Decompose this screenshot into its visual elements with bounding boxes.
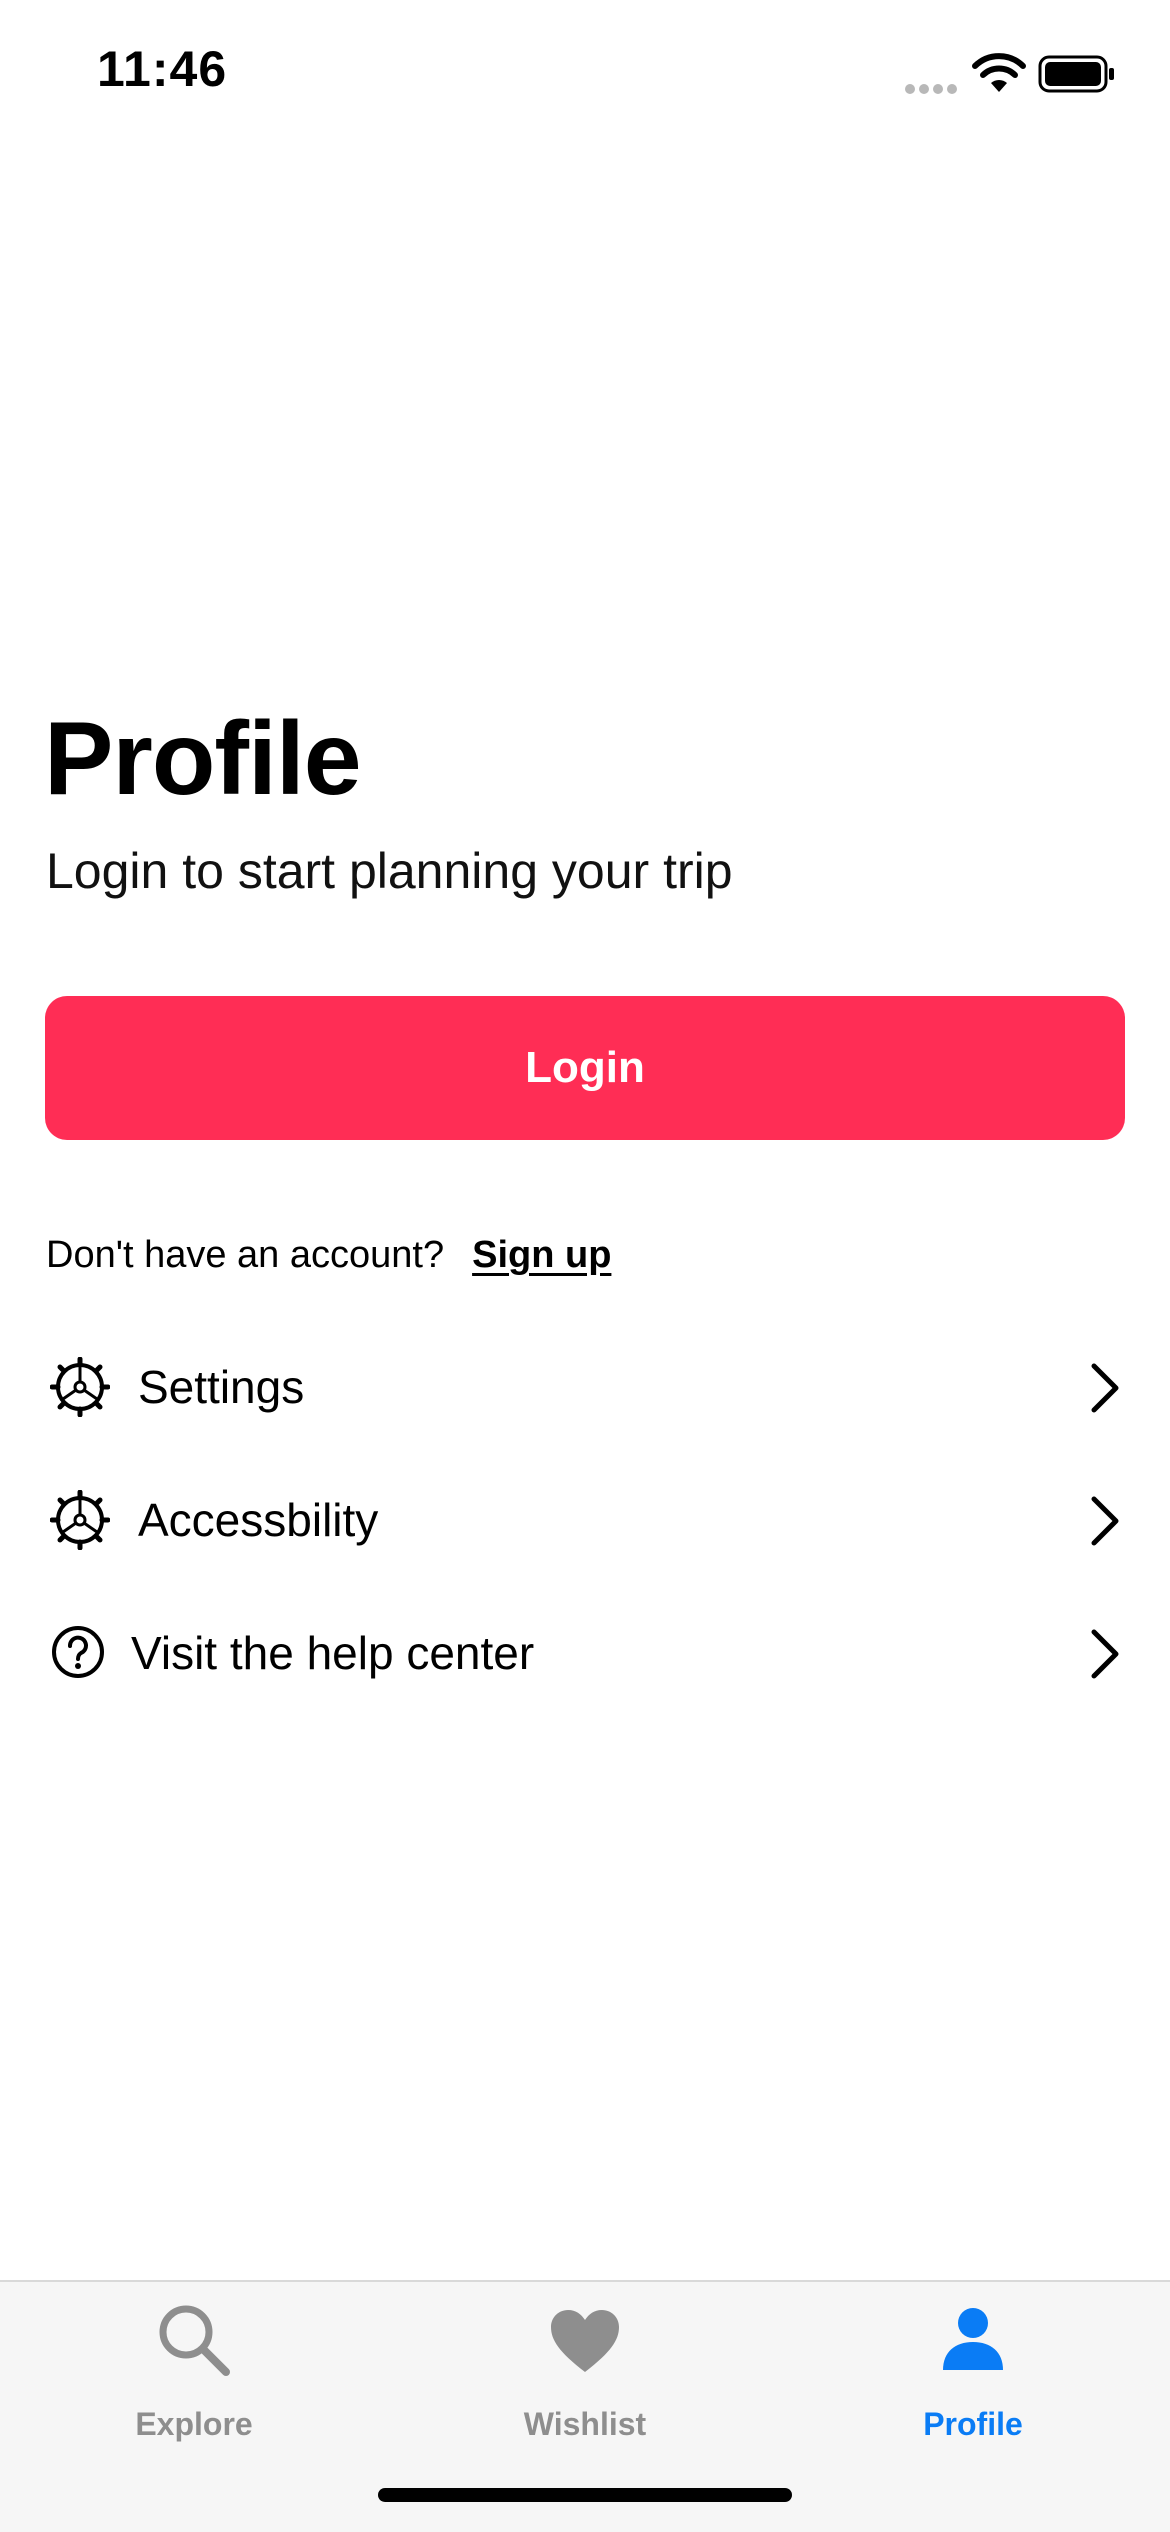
- tab-label: Wishlist: [523, 2406, 647, 2442]
- chevron-right-icon: [1091, 1496, 1119, 1546]
- person-icon: [943, 2308, 1003, 2370]
- menu-item-settings[interactable]: Settings: [0, 1322, 1170, 1452]
- tab-label: Explore: [135, 2406, 253, 2442]
- heart-icon: [551, 2310, 619, 2372]
- profile-screen: 11:46 Profile Login to start planning yo…: [0, 0, 1170, 2532]
- search-icon: [159, 2305, 230, 2376]
- page-subtitle: Login to start planning your trip: [46, 843, 733, 899]
- tab-label: Profile: [923, 2406, 1023, 2442]
- signup-prompt: Don't have an account?: [46, 1234, 445, 1276]
- battery-icon: [1038, 55, 1114, 93]
- chevron-right-icon: [1091, 1629, 1119, 1679]
- gear-icon: [50, 1490, 110, 1550]
- menu-item-help-center[interactable]: Visit the help center: [0, 1588, 1170, 1718]
- signup-row: Don't have an account? Sign up: [46, 1234, 611, 1277]
- status-time: 11:46: [97, 41, 228, 97]
- login-button[interactable]: Login: [45, 996, 1125, 1140]
- tab-wishlist[interactable]: Wishlist: [455, 2302, 715, 2442]
- chevron-right-icon: [1091, 1363, 1119, 1413]
- status-bar: 11:46: [0, 0, 1170, 150]
- question-circle-icon: [52, 1626, 104, 1678]
- page-title: Profile: [44, 701, 362, 817]
- menu-item-label: Accessbility: [138, 1494, 379, 1546]
- menu-item-accessibility[interactable]: Accessbility: [0, 1455, 1170, 1585]
- cellular-signal-icon: [905, 81, 961, 94]
- tab-profile[interactable]: Profile: [843, 2302, 1103, 2442]
- home-indicator: [378, 2488, 792, 2502]
- menu-item-label: Visit the help center: [131, 1627, 535, 1679]
- menu-item-label: Settings: [138, 1361, 305, 1413]
- gear-icon: [50, 1357, 110, 1417]
- tab-explore[interactable]: Explore: [64, 2302, 324, 2442]
- wifi-icon: [972, 53, 1026, 92]
- signup-link[interactable]: Sign up: [472, 1234, 611, 1277]
